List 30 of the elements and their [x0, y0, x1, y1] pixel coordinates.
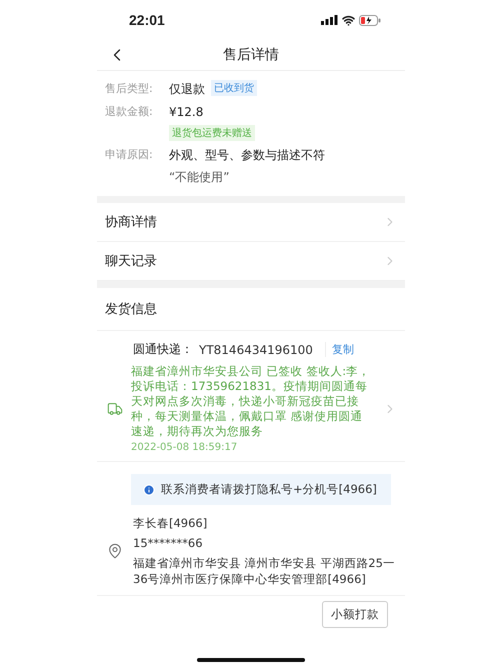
field-value: 仅退款: [169, 81, 205, 98]
field-label: 退款金额:: [105, 104, 154, 120]
event-time: 2022-05-08 18:59:17: [131, 442, 238, 453]
tracking-number: YT8146434196100: [199, 342, 313, 356]
carrier-label: 圆通快递：: [133, 341, 193, 358]
copy-link[interactable]: 复制: [324, 342, 354, 357]
small-payment-button[interactable]: 小额打款: [322, 601, 388, 628]
nav-item[interactable]: 聊天记录: [105, 252, 157, 270]
location-pin-icon: [107, 543, 123, 559]
receiver-address: 福建省漳州市华安县 漳州市华安县 平湖西路25一36号漳州市医疗保障中心华安管理部[4966]: [133, 555, 396, 587]
status-tag: 已收到货: [211, 80, 257, 96]
field-value: ¥12.8: [169, 104, 204, 121]
status-tag: 退货包运费未赠送: [169, 125, 255, 141]
field-label: 申请原因:: [105, 147, 154, 163]
info-icon: [143, 484, 155, 496]
field-label: 售后类型:: [105, 81, 154, 97]
wifi-icon: [342, 14, 355, 26]
page-title: 售后详情: [222, 46, 280, 64]
tracking-event: 福建省漳州市华安县公司 已签收 签收人:李，投诉电话：17359621831。疫情期间圆通每天对网点多次消毒，快递小哥新冠疫苗已接种，每天测量体温，佩戴口罩 感谢使用圆通速递，期待再次为您服务: [131, 364, 372, 439]
truck-icon: [107, 400, 123, 416]
receiver-name: 李长春[4966]: [133, 515, 208, 531]
receiver-phone: 15*******66: [133, 535, 204, 551]
section-title: 发货信息: [105, 301, 157, 318]
notice-text: 联系消费者请拨打隐私号+分机号[4966]: [161, 482, 377, 497]
field-value: 外观、型号、参数与描述不符: [169, 147, 325, 164]
status-time: 22:01: [129, 12, 165, 28]
battery-icon: [359, 14, 381, 26]
signal-icon: [321, 15, 338, 25]
reason-note: “不能使用”: [169, 169, 230, 186]
nav-item[interactable]: 协商详情: [105, 213, 157, 231]
